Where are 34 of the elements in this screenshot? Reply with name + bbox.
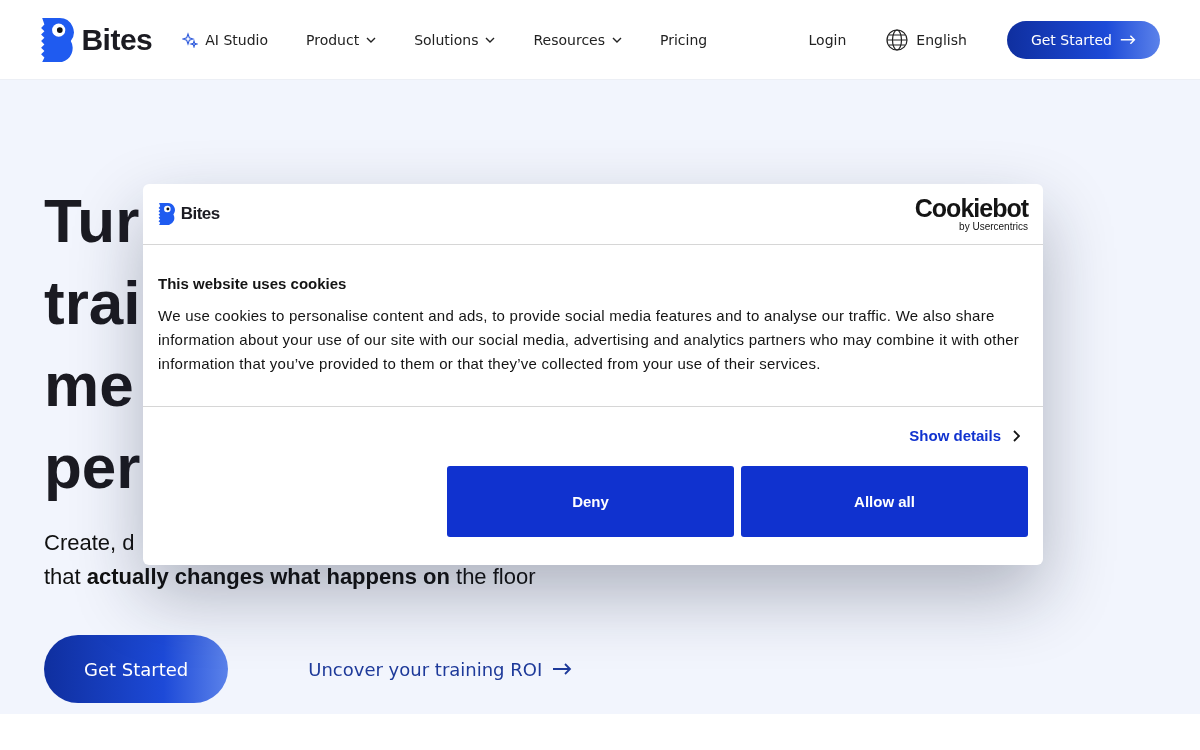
nav-link[interactable]: Pricing <box>660 31 708 48</box>
logo-icon <box>158 203 177 225</box>
get-started-button[interactable]: Get Started <box>1006 20 1160 59</box>
chevron-right-icon <box>1013 429 1020 442</box>
chevron-down-icon <box>366 36 377 43</box>
brand-name: Bites <box>81 22 153 57</box>
vendor-name: Cookiebot <box>914 196 1028 221</box>
hero-heading: trai <box>44 267 141 339</box>
dialog-title: This website uses cookies <box>158 275 348 292</box>
arrow-right-icon <box>552 663 573 675</box>
hero-subtitle: that actually changes what happens on the floor <box>44 563 536 591</box>
dialog-text: We use cookies to personalise content and ads, to provide social media features and to analyse our traffic. We also share information about your use of our site with our social media, advertising and analytics partners who may combine it with other information that you’ve provided to them or that they’ve collected from your use of their services. <box>158 306 1021 374</box>
hero-heading: per <box>44 431 141 503</box>
globe-icon <box>886 28 909 51</box>
consent-button[interactable]: Deny <box>447 466 734 537</box>
vendor-subtitle: by Usercentrics <box>959 221 1028 232</box>
login-link[interactable]: Login <box>808 31 847 48</box>
sparkle-icon <box>182 31 199 48</box>
get-started-button[interactable]: Get Started <box>44 635 229 703</box>
chevron-down-icon <box>612 36 622 43</box>
show-details-link[interactable]: Show details <box>909 427 1020 444</box>
consent-button[interactable]: Allow all <box>741 466 1028 537</box>
hero-heading: me <box>44 349 134 421</box>
hero-subtitle: Create, d <box>44 529 135 557</box>
nav-link[interactable]: AI Studio <box>182 31 268 48</box>
language-selector[interactable]: English <box>886 28 967 51</box>
hero-heading: Tur <box>44 185 140 257</box>
nav-link[interactable]: Resources <box>533 31 622 48</box>
brand-name: Bites <box>180 204 220 224</box>
roi-link[interactable]: Uncover your training ROI <box>308 658 573 680</box>
nav-link[interactable]: Product <box>306 31 377 48</box>
nav-link[interactable]: Solutions <box>414 31 496 48</box>
arrow-right-icon <box>1120 34 1136 45</box>
chevron-down-icon <box>485 36 496 43</box>
